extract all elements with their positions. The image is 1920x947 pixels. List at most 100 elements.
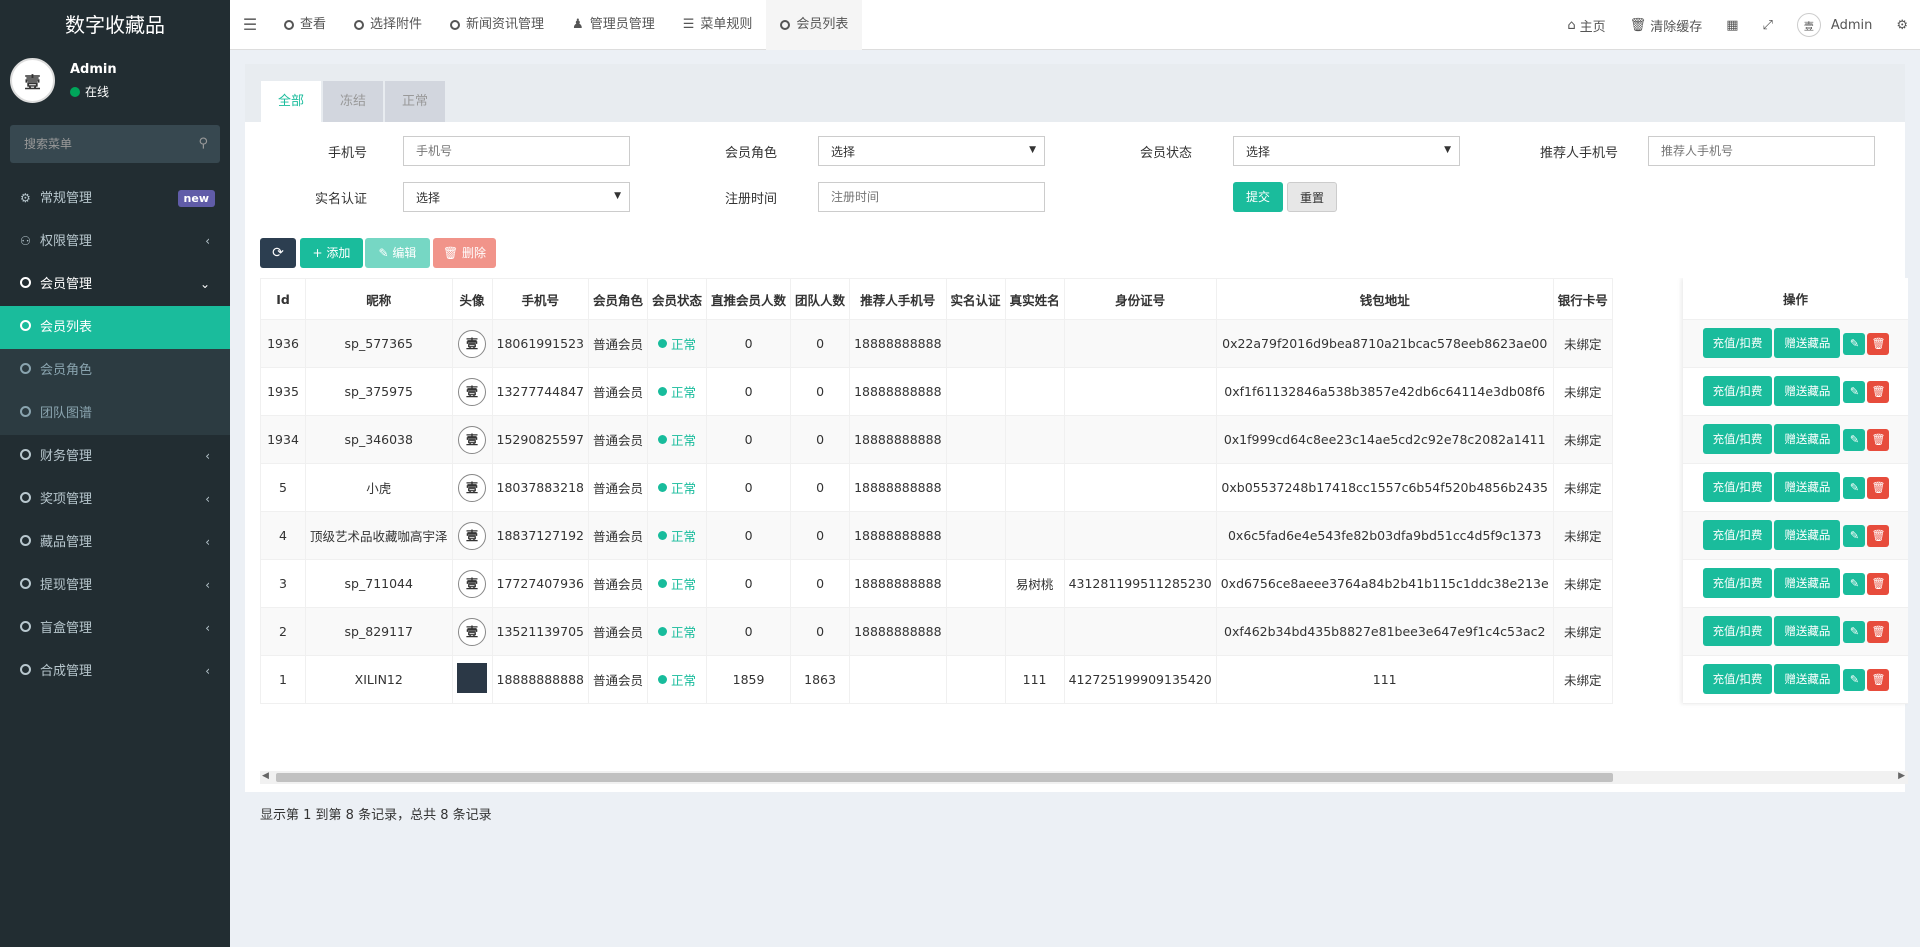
add-button[interactable]: + 添加 <box>300 238 363 268</box>
nav-tab-3[interactable]: ♟ 管理员管理 <box>558 0 669 50</box>
gift-collectible-button[interactable]: 赠送藏品 <box>1774 376 1841 406</box>
recharge-button[interactable]: 充值/扣费 <box>1702 616 1773 646</box>
edit-row-icon[interactable]: ✎ <box>1843 380 1866 403</box>
table-row[interactable]: 5 小虎壹 18037883218 普通会员 正常 0 0 18888888888 0xb055… <box>260 463 1613 512</box>
table-row[interactable]: 1935 sp_375975 壹 13277744847 普通会员 正常 0 0 1888888… <box>260 367 1613 416</box>
delete-button[interactable]: 🗑 删除 <box>433 238 496 268</box>
menu-search-input[interactable] <box>10 125 220 163</box>
col-header-wallet[interactable]: 钱包地址 <box>1215 278 1554 320</box>
nav-tab-0[interactable]: 查看 <box>270 0 340 50</box>
recharge-button[interactable]: 充值/扣费 <box>1702 376 1773 406</box>
sidebar-item-group-4[interactable]: 盲盒管理 ‹ <box>0 607 230 650</box>
recharge-button[interactable]: 充值/扣费 <box>1702 424 1773 454</box>
table-row[interactable]: 1 XILIN12 18888888888 普通会员 正常 1859 1863 111 4127… <box>260 655 1613 704</box>
table-row[interactable]: 1934 sp_346038 壹 15290825597 普通会员 正常 0 0 1888888… <box>260 415 1613 464</box>
nav-tab-2[interactable]: 新闻资讯管理 <box>436 0 558 50</box>
ref-phone-input[interactable] <box>1648 136 1875 166</box>
recharge-button[interactable]: 充值/扣费 <box>1702 472 1773 502</box>
tab-all[interactable]: 全部 <box>261 81 321 122</box>
edit-row-icon[interactable]: ✎ <box>1843 332 1866 355</box>
col-header-id[interactable]: Id <box>260 278 306 320</box>
edit-row-icon[interactable]: ✎ <box>1843 572 1866 595</box>
recharge-button[interactable]: 充值/扣费 <box>1702 568 1773 598</box>
edit-row-icon[interactable]: ✎ <box>1843 620 1866 643</box>
table-row[interactable]: 4 顶级艺术品收藏咖高宇泽壹 18837127192 普通会员 正常 0 0 18888888… <box>260 511 1613 560</box>
clear-cache-link[interactable]: 🗑 清除缓存 <box>1618 16 1715 35</box>
col-header-bank[interactable]: 银行卡号 <box>1552 278 1613 320</box>
nav-tab-1[interactable]: 选择附件 <box>340 0 436 50</box>
status-select[interactable]: 选择 ▼ <box>1233 136 1460 166</box>
col-header-real[interactable]: 实名认证 <box>945 278 1006 320</box>
sidebar-item-group-0[interactable]: 财务管理 ‹ <box>0 435 230 478</box>
sidebar-item-group-1[interactable]: 奖项管理 ‹ <box>0 478 230 521</box>
gift-collectible-button[interactable]: 赠送藏品 <box>1774 472 1841 502</box>
tab-normal[interactable]: 正常 <box>385 81 445 122</box>
table-row[interactable]: 1936 sp_577365 壹 18061991523 普通会员 正常 0 0 1888888… <box>260 319 1613 368</box>
delete-row-icon[interactable]: 🗑 <box>1867 332 1890 355</box>
scroll-left-arrow-icon[interactable]: ◀ <box>262 771 269 781</box>
col-header-phone[interactable]: 手机号 <box>491 278 590 320</box>
delete-row-icon[interactable]: 🗑 <box>1867 620 1890 643</box>
edit-button[interactable]: ✎ 编辑 <box>365 238 430 268</box>
delete-row-icon[interactable]: 🗑 <box>1867 380 1890 403</box>
col-header-name[interactable]: 真实姓名 <box>1004 278 1065 320</box>
col-header-role[interactable]: 会员角色 <box>587 278 649 320</box>
sidebar-item-group-2[interactable]: 藏品管理 ‹ <box>0 521 230 564</box>
delete-row-icon[interactable]: 🗑 <box>1867 572 1890 595</box>
delete-row-icon[interactable]: 🗑 <box>1867 524 1890 547</box>
gift-collectible-button[interactable]: 赠送藏品 <box>1774 664 1841 694</box>
translate-icon[interactable]: ▦ <box>1714 18 1750 33</box>
sidebar-item-1[interactable]: ⚇ 权限管理 ‹ <box>0 220 230 263</box>
delete-row-icon[interactable]: 🗑 <box>1867 668 1890 691</box>
nav-tab-4[interactable]: ☰ 菜单规则 <box>669 0 767 50</box>
gift-collectible-button[interactable]: 赠送藏品 <box>1774 520 1841 550</box>
fullscreen-icon[interactable]: ⤢ <box>1751 18 1785 33</box>
sidebar-subitem-1[interactable]: 会员角色 <box>0 349 230 392</box>
gift-collectible-button[interactable]: 赠送藏品 <box>1774 328 1841 358</box>
recharge-button[interactable]: 充值/扣费 <box>1702 520 1773 550</box>
sidebar-item-group-5[interactable]: 合成管理 ‹ <box>0 650 230 693</box>
edit-row-icon[interactable]: ✎ <box>1843 524 1866 547</box>
col-header-status[interactable]: 会员状态 <box>647 278 708 320</box>
gift-collectible-button[interactable]: 赠送藏品 <box>1774 616 1841 646</box>
recharge-button[interactable]: 充值/扣费 <box>1702 664 1773 694</box>
reset-button[interactable]: 重置 <box>1287 182 1337 212</box>
sidebar-item-group-3[interactable]: 提现管理 ‹ <box>0 564 230 607</box>
col-header-avatar[interactable]: 头像 <box>451 278 493 320</box>
edit-row-icon[interactable]: ✎ <box>1843 428 1866 451</box>
refresh-button[interactable]: ⟳ <box>260 238 296 268</box>
reg-time-input[interactable] <box>818 182 1045 212</box>
sidebar-subitem-2[interactable]: 团队图谱 <box>0 392 230 435</box>
scrollbar-thumb[interactable] <box>276 773 1613 782</box>
realname-select[interactable]: 选择 ▼ <box>403 182 630 212</box>
col-header-idno[interactable]: 身份证号 <box>1063 278 1217 320</box>
recharge-button[interactable]: 充值/扣费 <box>1702 328 1773 358</box>
table-row[interactable]: 2 sp_829117 壹 13521139705 普通会员 正常 0 0 1888888888… <box>260 607 1613 656</box>
col-header-team[interactable]: 团队人数 <box>790 278 851 320</box>
home-link[interactable]: ⌂ 主页 <box>1555 16 1617 35</box>
phone-input[interactable] <box>403 136 630 166</box>
delete-row-icon[interactable]: 🗑 <box>1867 476 1890 499</box>
gift-collectible-button[interactable]: 赠送藏品 <box>1774 568 1841 598</box>
sidebar-item-0[interactable]: ⚙ 常规管理 new <box>0 177 230 220</box>
col-header-direct[interactable]: 直推会员人数 <box>706 278 792 320</box>
nav-tab-5[interactable]: 会员列表 <box>766 0 863 50</box>
admin-menu[interactable]: 壹 Admin <box>1785 13 1884 37</box>
sidebar-toggle-icon[interactable]: ☰ <box>230 15 270 34</box>
scroll-right-arrow-icon[interactable]: ▶ <box>1898 771 1905 781</box>
edit-row-icon[interactable]: ✎ <box>1843 476 1866 499</box>
role-select[interactable]: 选择 ▼ <box>818 136 1045 166</box>
gift-collectible-button[interactable]: 赠送藏品 <box>1774 424 1841 454</box>
submit-button[interactable]: 提交 <box>1233 182 1283 212</box>
table-row[interactable]: 3 sp_711044 壹 17727407936 普通会员 正常 0 0 1888888888… <box>260 559 1613 608</box>
search-icon[interactable]: ⚲ <box>198 136 208 151</box>
sidebar-item-2[interactable]: 会员管理 ⌄ <box>0 263 230 306</box>
settings-gear-icon[interactable]: ⚙ <box>1884 18 1920 33</box>
horizontal-scrollbar[interactable]: ◀ ▶ <box>260 771 1908 784</box>
col-header-ref[interactable]: 推荐人手机号 <box>849 278 947 320</box>
col-header-nick[interactable]: 昵称 <box>305 278 453 320</box>
tab-frozen[interactable]: 冻结 <box>323 81 383 122</box>
sidebar-subitem-0[interactable]: 会员列表 <box>0 306 230 349</box>
edit-row-icon[interactable]: ✎ <box>1843 668 1866 691</box>
delete-row-icon[interactable]: 🗑 <box>1867 428 1890 451</box>
